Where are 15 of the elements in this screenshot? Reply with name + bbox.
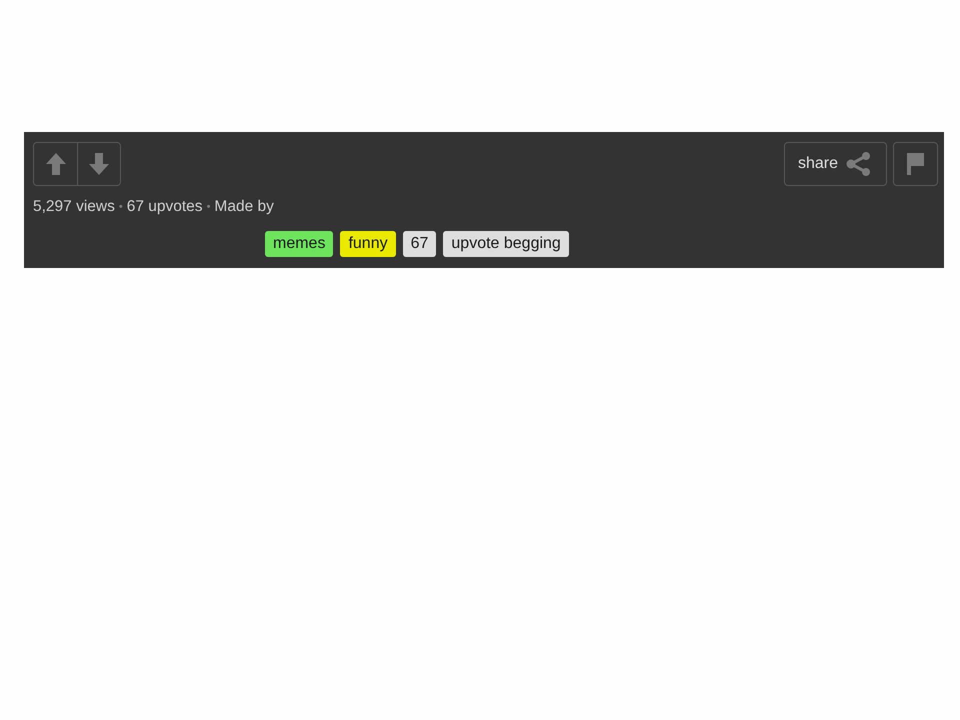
tag-link[interactable]: 67 [402, 231, 436, 257]
flag-icon [907, 153, 924, 175]
tag-link[interactable]: funny [340, 231, 396, 257]
up-arrow-icon [46, 153, 66, 175]
down-arrow-icon [89, 153, 109, 175]
share-icon [846, 152, 872, 176]
post-stat: 5,297 views [33, 198, 115, 216]
tag-link[interactable]: upvote begging [443, 231, 569, 257]
post-stat: 67 upvotes [126, 198, 203, 216]
separator-dot: • [118, 200, 123, 215]
share-button[interactable]: share [784, 142, 887, 186]
tag-link[interactable]: memes [265, 231, 334, 257]
post-stat: Made by [214, 198, 274, 216]
separator-dot: • [206, 200, 210, 215]
report-button[interactable] [893, 142, 938, 186]
